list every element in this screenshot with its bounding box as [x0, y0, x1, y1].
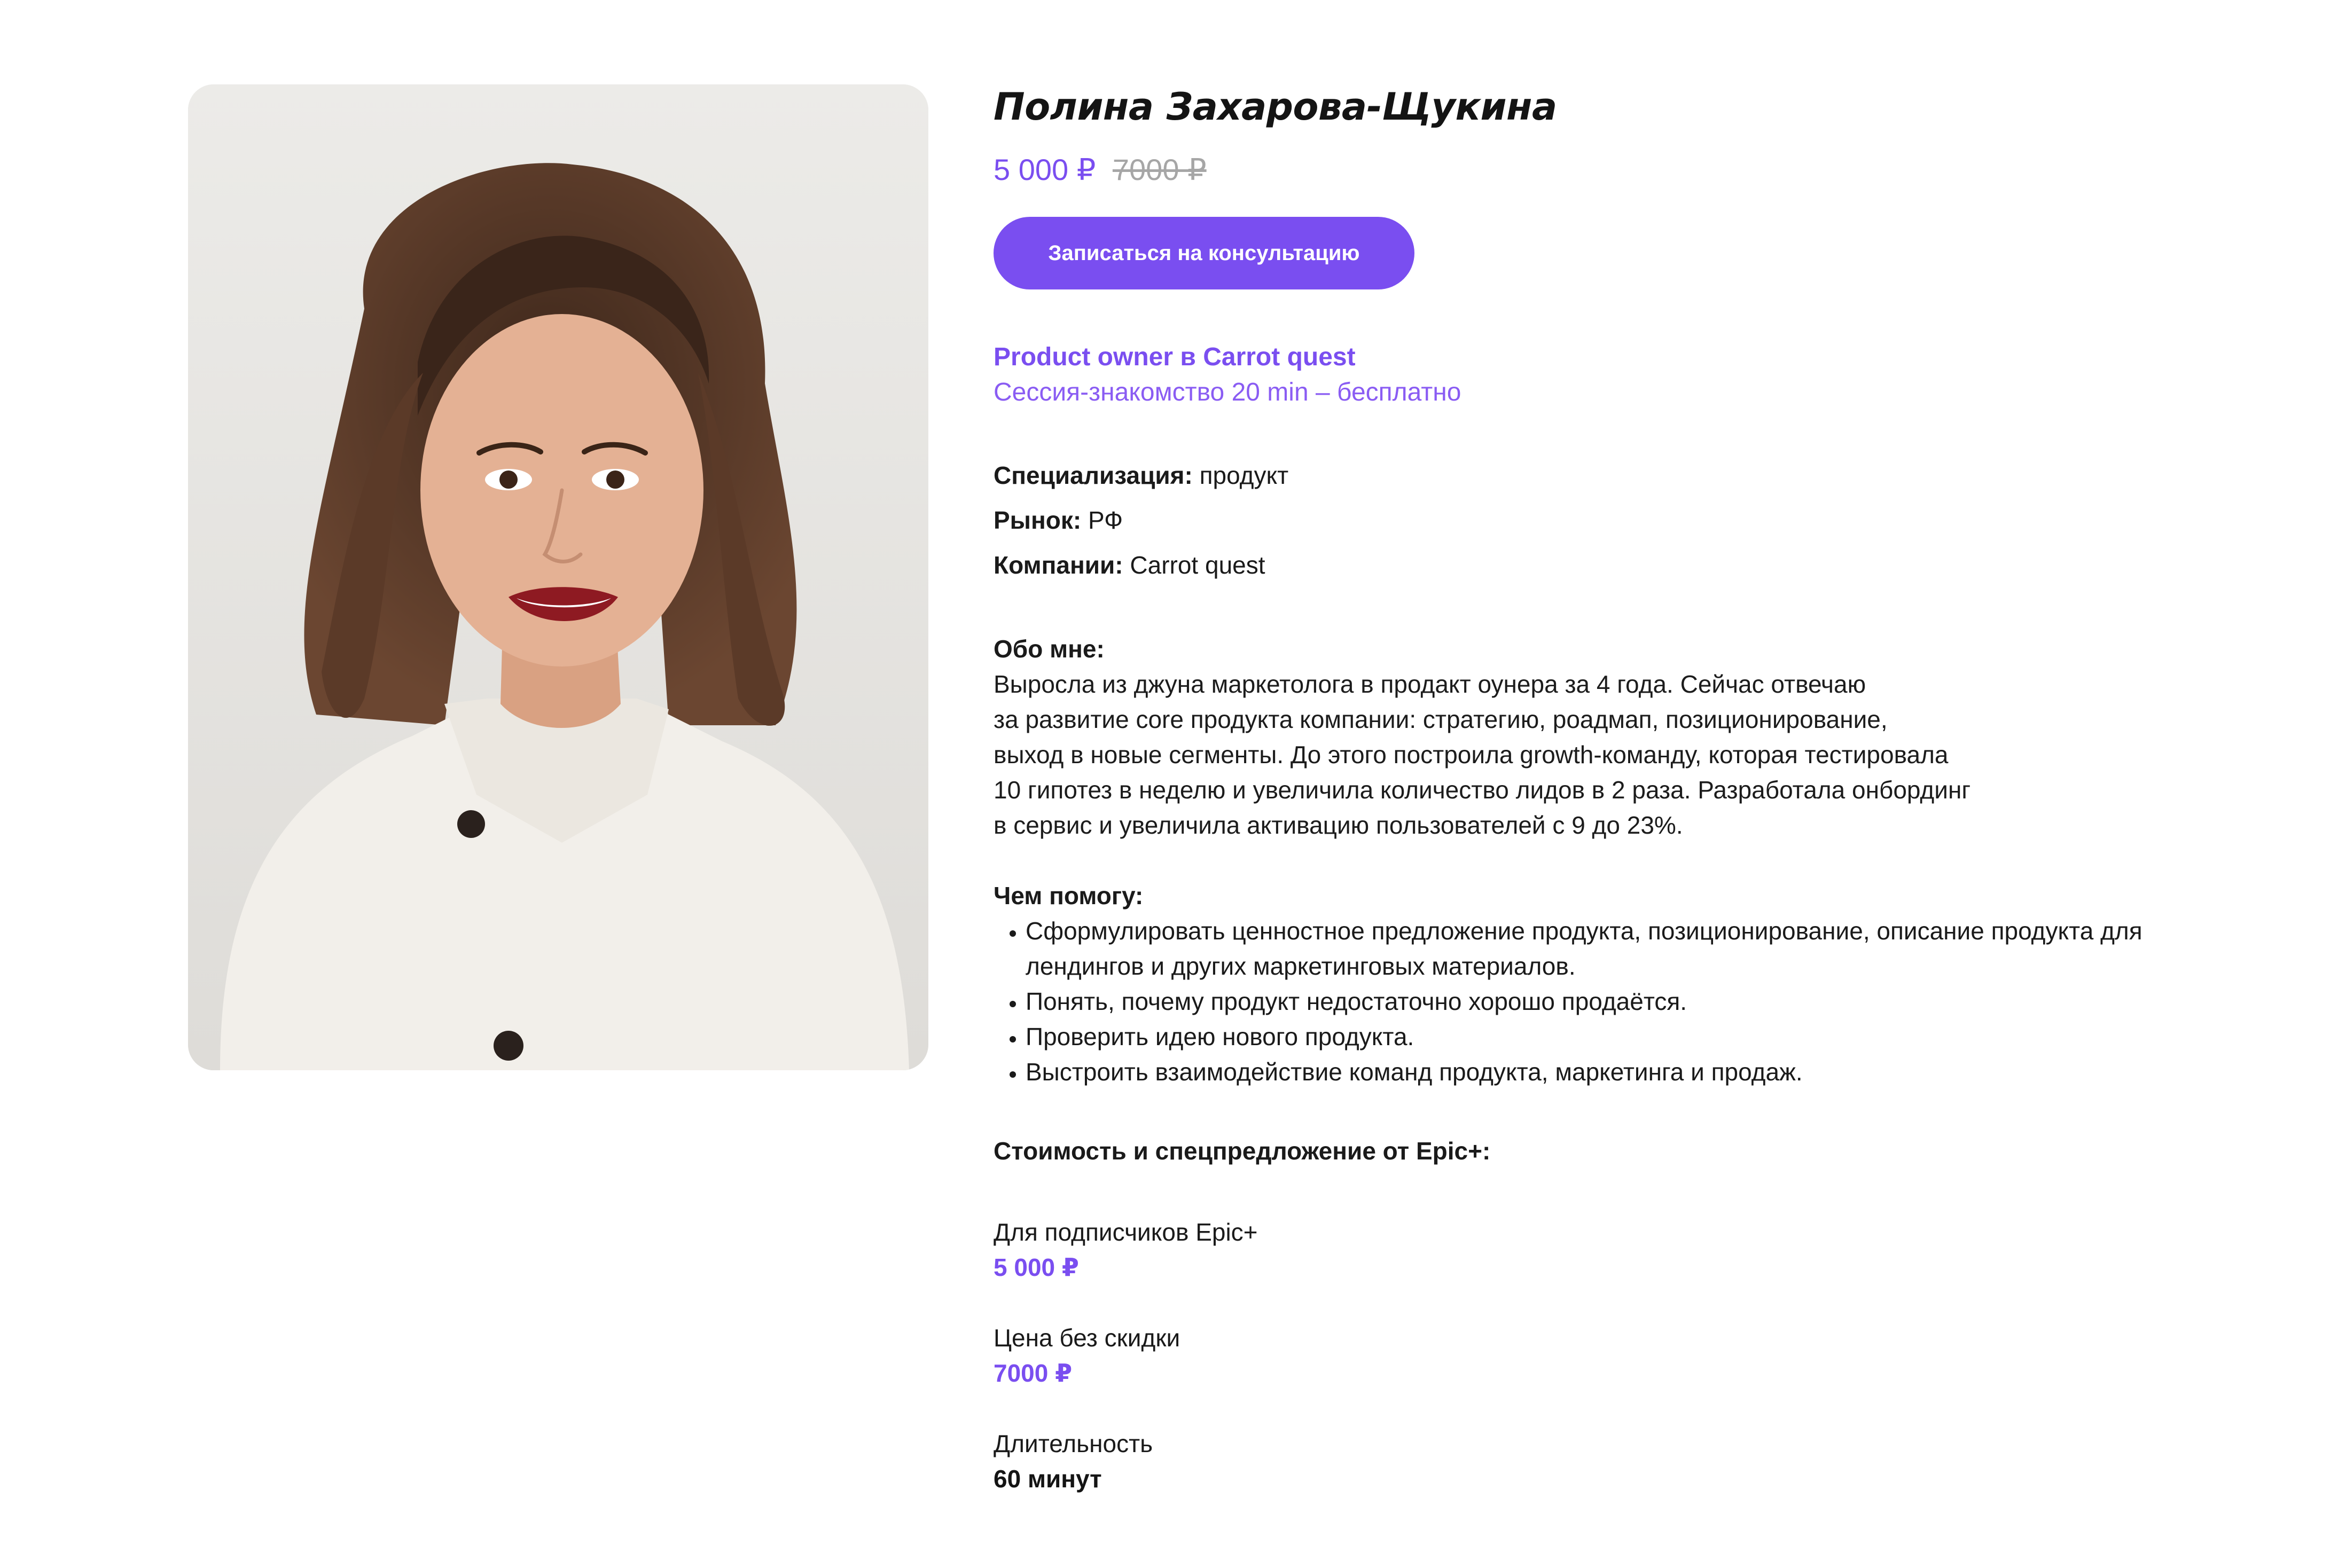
intro-session-note: Сессия-знакомство 20 min – бесплатно [994, 378, 1461, 406]
mentor-name: Полина Захарова-Щукина [994, 85, 1557, 129]
about-title: Обо мне: [994, 635, 1105, 663]
pricing-title: Стоимость и спецпредложение от Epic+: [994, 1137, 1491, 1165]
help-item: Проверить идею нового продукта. [1026, 1019, 2222, 1054]
fact-label: Рынок: [994, 506, 1082, 534]
subscribers-price-label: Для подписчиков Epic+ [994, 1218, 1258, 1246]
fact-value: продукт [1199, 461, 1289, 489]
about-section: Обо мне: Выросла из джуна маркетолога в … [994, 631, 2222, 843]
fact-label: Компании: [994, 551, 1123, 579]
fact-market: Рынок: РФ [994, 498, 2222, 543]
duration-value: 60 минут [994, 1465, 1102, 1493]
subscribers-price-value: 5 000 ₽ [994, 1253, 1079, 1281]
book-consultation-button[interactable]: Записаться на консультацию [994, 217, 1414, 289]
subscribers-price-block: Для подписчиков Epic+ 5 000 ₽ [994, 1214, 2222, 1285]
mentor-profile: Полина Захарова-Щукина 5 000 ₽ 7000 ₽ За… [994, 80, 2222, 1496]
price-old: 7000 ₽ [1112, 153, 1207, 186]
portrait-illustration [188, 84, 928, 1070]
help-item: Выстроить взаимодействие команд продукта… [1026, 1054, 2222, 1089]
regular-price-block: Цена без скидки 7000 ₽ [994, 1320, 2222, 1391]
price-row: 5 000 ₽ 7000 ₽ [994, 148, 2222, 191]
facts-list: Специализация: продукт Рынок: РФ Компани… [994, 453, 2222, 587]
about-text: Выросла из джуна маркетолога в продакт о… [994, 670, 1971, 839]
fact-companies: Компании: Carrot quest [994, 543, 2222, 587]
duration-label: Длительность [994, 1430, 1153, 1457]
help-list: Сформулировать ценностное предложение пр… [994, 913, 2222, 1089]
help-item: Сформулировать ценностное предложение пр… [1026, 913, 2222, 984]
regular-price-label: Цена без скидки [994, 1324, 1180, 1352]
profile-photo [188, 84, 928, 1070]
help-section: Чем помогу: Сформулировать ценностное пр… [994, 878, 2222, 1089]
regular-price-value: 7000 ₽ [994, 1359, 1073, 1387]
help-item: Понять, почему продукт недостаточно хоро… [1026, 984, 2222, 1019]
help-title: Чем помогу: [994, 882, 1144, 910]
duration-block: Длительность 60 минут [994, 1426, 2222, 1496]
fact-label: Специализация: [994, 461, 1193, 489]
fact-specialization: Специализация: продукт [994, 453, 2222, 498]
fact-value: РФ [1088, 506, 1123, 534]
mentor-role: Product owner в Carrot quest [994, 343, 1356, 371]
price-current: 5 000 ₽ [994, 153, 1096, 186]
fact-value: Carrot quest [1130, 551, 1265, 579]
